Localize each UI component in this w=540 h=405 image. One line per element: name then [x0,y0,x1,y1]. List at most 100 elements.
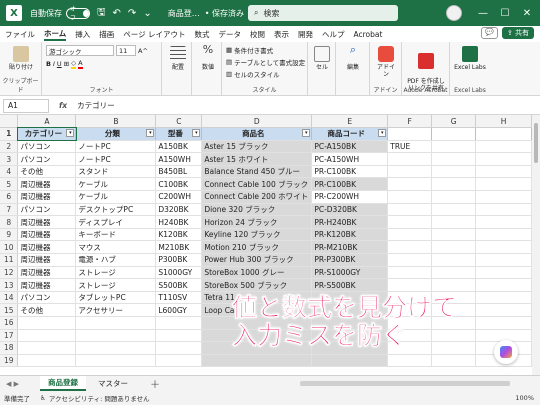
cell[interactable]: Power Hub 300 ブラック [201,253,313,267]
cell[interactable]: パソコン [17,140,77,154]
cell[interactable]: PR-C200WH [311,190,389,204]
cell[interactable]: スタンド [75,165,157,179]
cell[interactable] [17,341,77,355]
row-header[interactable]: 11 [0,253,19,267]
row-header[interactable]: 16 [0,316,19,330]
cell[interactable]: PR-P300BK [311,253,389,267]
tab-formulas[interactable]: 数式 [195,29,210,40]
comment-button[interactable]: 💬 [481,27,498,39]
cell[interactable]: S500BK [155,278,203,292]
cell[interactable]: Aster 15 ホワイト [201,152,313,166]
cell[interactable] [387,253,433,267]
formula-input[interactable]: カテゴリー [77,100,115,111]
cell[interactable]: PR-M210BK [311,240,389,255]
cell[interactable]: Connect Cable 200 ホワイト [201,190,313,204]
column-header[interactable]: D [201,115,313,129]
more-icon[interactable]: ⌄ [143,8,151,19]
cell[interactable] [155,329,203,343]
header-cell[interactable]: ▾ 商品名 [201,127,313,141]
cell[interactable] [75,329,157,343]
cell[interactable] [431,190,477,204]
row-header[interactable]: 17 [0,329,19,343]
cell[interactable] [475,266,532,280]
cell[interactable]: ノートPC [75,152,157,166]
cell[interactable]: PC-A150BK [311,140,389,154]
column-header[interactable]: F [387,115,433,129]
cell[interactable]: Horizon 24 ブラック [201,215,313,229]
cell[interactable]: デスクトップPC [75,203,157,217]
tab-page-layout[interactable]: ページ レイアウト [123,29,185,40]
number-button[interactable]: % 数値 [198,44,218,71]
cell[interactable]: B450BL [155,165,203,179]
cell[interactable]: ディスプレイ [75,215,157,229]
cell[interactable] [431,127,477,141]
cell[interactable] [475,240,532,255]
bold-icon[interactable]: B [46,60,51,68]
cell[interactable]: ケーブル [75,190,157,204]
cell[interactable]: PC-A150WH [311,152,389,166]
cell[interactable] [475,127,532,141]
column-header[interactable]: B [75,115,157,129]
header-cell[interactable]: ▾ 型番 [155,127,203,141]
cell[interactable]: その他 [17,303,77,317]
header-cell[interactable]: ▾ カテゴリー [16,126,77,142]
search-box[interactable]: ⌕ 検索 [248,5,398,21]
tab-file[interactable]: ファイル [5,29,35,40]
row-header[interactable]: 1 [0,127,19,141]
cell[interactable] [75,341,157,355]
cell[interactable]: A150BK [155,140,203,154]
cell[interactable]: 周辺機器 [17,177,77,192]
cell[interactable] [155,341,203,355]
paste-button[interactable]: 貼り付け [4,46,38,71]
tab-help[interactable]: ヘルプ [322,29,345,40]
edit-button[interactable]: ⌕ 編集 [343,44,363,71]
cell[interactable]: アクセサリー [75,303,157,317]
cell[interactable]: 周辺機器 [17,253,77,267]
cell[interactable]: 周辺機器 [17,190,77,204]
cell[interactable]: PR-S1000GY [311,266,389,280]
conditional-format-button[interactable]: ▦ 条件付き書式 [226,45,273,55]
column-header[interactable]: H [475,115,532,129]
cell[interactable] [387,190,433,204]
header-cell[interactable]: ▾ 分類 [75,127,157,141]
addin-button[interactable]: アドイン [376,46,396,78]
row-header[interactable]: 2 [0,140,19,154]
sheet-tab-master[interactable]: マスター [90,377,136,390]
cell[interactable] [155,316,203,330]
cell[interactable]: Aster 15 ブラック [201,140,313,154]
cell[interactable] [431,140,477,154]
cell[interactable]: 周辺機器 [17,228,77,242]
share-button[interactable]: ⇪ 共有 [501,27,534,39]
cell[interactable] [475,278,532,292]
sheet-tab-product-registration[interactable]: 商品登録 [40,376,86,391]
cell[interactable] [475,215,532,229]
cell[interactable] [75,316,157,330]
cell[interactable] [201,354,313,368]
cell[interactable]: TRUE [387,140,433,154]
cell[interactable] [475,203,532,217]
filter-dropdown-icon[interactable]: ▾ [378,129,387,138]
cell[interactable] [475,140,532,154]
cell[interactable]: P300BK [155,253,203,267]
row-header[interactable]: 14 [0,291,19,305]
pdf-button[interactable]: PDF を作成し リンクを共有 [404,46,448,92]
cell[interactable] [387,165,433,179]
cell[interactable] [475,190,532,204]
save-icon[interactable]: 🖫 [97,5,106,22]
cell[interactable] [387,215,433,229]
cell[interactable]: D320BK [155,203,203,217]
table-format-button[interactable]: ▤ テーブルとして書式設定 [226,57,305,67]
cell[interactable] [431,354,477,368]
scroll-thumb[interactable] [534,123,538,163]
cell[interactable] [475,177,532,192]
row-header[interactable]: 7 [0,203,19,217]
cell[interactable] [17,316,77,330]
undo-icon[interactable]: ↶ [113,8,121,19]
cell[interactable]: パソコン [17,152,77,166]
cell[interactable] [431,215,477,229]
cell[interactable] [387,278,433,292]
cell[interactable] [387,228,433,242]
select-all-corner[interactable] [0,115,19,129]
cell[interactable] [431,253,477,267]
filter-dropdown-icon[interactable]: ▾ [146,129,155,138]
